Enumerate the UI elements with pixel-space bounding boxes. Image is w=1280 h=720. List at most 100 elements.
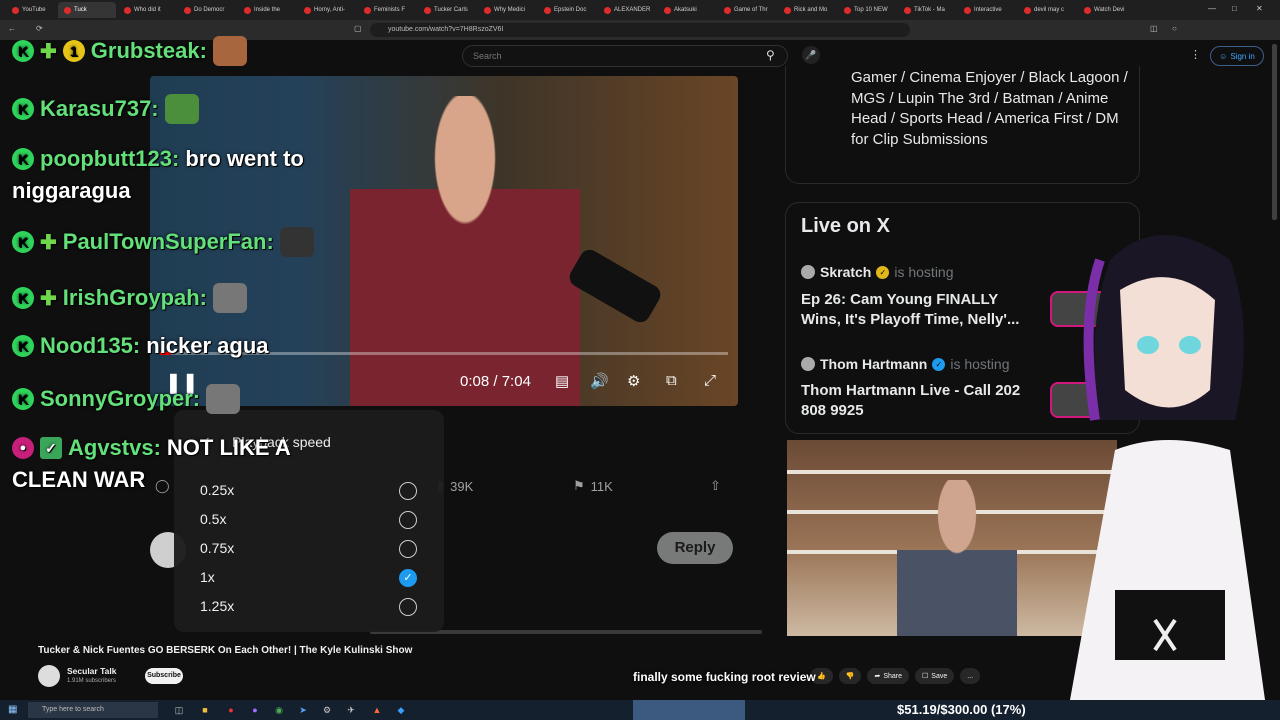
views-count: 39K [450, 478, 474, 494]
chat-username: Grubsteak: [90, 38, 207, 63]
extensions-icon[interactable]: ◫ [1150, 24, 1158, 33]
close-window-icon[interactable]: ✕ [1256, 4, 1263, 13]
avatar-face [1120, 277, 1215, 408]
live-stream-title[interactable]: Thom Hartmann Live - Call 202 808 9925 [801, 381, 1041, 421]
windows-start-icon[interactable]: ▦ [8, 704, 17, 715]
captions-icon[interactable]: ▤ [555, 372, 569, 390]
share-icon[interactable]: ⇧ [710, 478, 721, 494]
save-button[interactable]: ☐ Save [915, 668, 955, 684]
minimize-icon[interactable]: — [1208, 4, 1216, 13]
channel-name[interactable]: Secular Talk [67, 666, 116, 676]
live-stream-title[interactable]: Ep 26: Cam Young FINALLY Wins, It's Play… [801, 290, 1041, 330]
chat-username: Agvstvs: [68, 435, 161, 460]
tab-label: Do Democr [194, 7, 225, 13]
chat-message: K Nood135: nicker agua [12, 333, 269, 359]
bookmark-stat-icon: ⚑ [573, 478, 585, 493]
taskbar-search-input[interactable]: Type here to search [28, 702, 158, 718]
profile-icon[interactable]: ○ [1172, 24, 1177, 33]
settings-gear-icon[interactable]: ⚙ [627, 372, 640, 390]
speed-option[interactable]: 0.5x [174, 505, 444, 534]
video-actions: 👍 👎 ➦ Share ☐ Save ... [810, 668, 981, 684]
share-button[interactable]: ➦ Share [867, 668, 909, 684]
tab-favicon-icon [604, 6, 611, 14]
live-host[interactable]: Thom Hartmann ✓ is hosting [801, 356, 1010, 372]
chrome-icon[interactable]: ◉ [272, 703, 286, 717]
app-icon-blue[interactable]: ➤ [296, 703, 310, 717]
microphone-icon[interactable]: 🎤 [802, 46, 820, 64]
tab-favicon-icon [784, 6, 791, 14]
app-icon-plane[interactable]: ✈ [344, 703, 358, 717]
browser-tab[interactable]: Interactive [958, 2, 1016, 18]
browser-tab[interactable]: Rick and Mo [778, 2, 836, 18]
browser-tab[interactable]: Feminists F [358, 2, 416, 18]
tab-favicon-icon [64, 6, 71, 14]
radio-unchecked-icon[interactable] [399, 511, 417, 529]
speed-option[interactable]: 1.25x [174, 592, 444, 621]
radio-unchecked-icon[interactable] [399, 540, 417, 558]
tab-label: ALEXANDER [614, 7, 651, 13]
verified-icon: ✓ [932, 357, 946, 371]
app-icon-purple[interactable]: ● [248, 703, 262, 717]
bookmark-stat[interactable]: ⚑ 11K [573, 478, 613, 494]
radio-unchecked-icon[interactable] [399, 598, 417, 616]
miniplayer-icon[interactable]: ⧉ [666, 372, 677, 389]
maximize-icon[interactable]: □ [1232, 4, 1237, 13]
radio-checked-icon[interactable]: ✓ [399, 569, 417, 587]
subscriber-badge-icon: ✚ [40, 231, 57, 254]
chat-username: PaulTownSuperFan: [62, 229, 274, 254]
brave-icon[interactable]: ▲ [370, 703, 384, 717]
file-explorer-icon[interactable]: ■ [198, 703, 212, 717]
gold-badge-icon: 1 [62, 40, 85, 62]
sign-in-button[interactable]: ☺ Sign in [1210, 46, 1264, 66]
live-host[interactable]: Skratch ✓ is hosting [801, 264, 954, 280]
browser-tab[interactable]: Akatsuki [658, 2, 716, 18]
vscode-icon[interactable]: ◆ [394, 703, 408, 717]
app-icon-red[interactable]: ● [224, 703, 238, 717]
browser-tab[interactable]: ALEXANDER [598, 2, 656, 18]
channel-avatar[interactable] [38, 665, 60, 687]
video-frame-microphone [566, 246, 664, 326]
speed-option[interactable]: 1x ✓ [174, 563, 444, 592]
reply-count[interactable]: ◯ [155, 478, 170, 494]
browser-tab[interactable]: devil may c [1018, 2, 1076, 18]
reload-icon[interactable]: ⟳ [36, 24, 43, 33]
fullscreen-icon[interactable]: ⤢ [704, 372, 716, 389]
app-icon-grey[interactable]: ⚙ [320, 703, 334, 717]
radio-unchecked-icon[interactable] [399, 482, 417, 500]
emote-car-icon [206, 384, 241, 414]
dislike-button[interactable]: 👎 [838, 668, 862, 684]
browser-tab[interactable]: YouTube [6, 2, 56, 18]
browser-tab[interactable]: Why Medici [478, 2, 536, 18]
browser-tab[interactable]: Top 10 NEW [838, 2, 896, 18]
avatar-left-eye [1137, 336, 1159, 354]
speed-option[interactable]: 0.25x [174, 476, 444, 505]
subscriber-badge-icon: ✚ [40, 40, 57, 63]
search-icon[interactable]: ⚲ [766, 48, 775, 62]
tab-favicon-icon [184, 6, 191, 14]
task-view-icon[interactable]: ◫ [172, 703, 186, 717]
browser-tab[interactable]: Watch Devi [1078, 2, 1136, 18]
browser-tab[interactable]: Inside the [238, 2, 296, 18]
more-options-icon[interactable]: ⋮ [1190, 48, 1201, 61]
browser-tab[interactable]: Do Democr [178, 2, 236, 18]
volume-icon[interactable]: 🔊 [590, 372, 609, 390]
more-actions-button[interactable]: ... [960, 668, 981, 684]
browser-tab[interactable]: Tuck [58, 2, 116, 18]
back-icon[interactable]: ← [8, 24, 16, 33]
browser-tab[interactable]: TikTok - Ma [898, 2, 956, 18]
url-field[interactable]: youtube.com/watch?v=7H8RszoZV6I [370, 23, 910, 37]
browser-tab[interactable]: Epstein Doc [538, 2, 596, 18]
page-scrollbar[interactable] [1272, 44, 1277, 220]
tab-favicon-icon [664, 6, 671, 14]
browser-tab[interactable]: Who did it [118, 2, 176, 18]
profile-bio: Gamer / Cinema Enjoyer / Black Lagoon / … [851, 69, 1128, 149]
bookmark-icon[interactable]: ▢ [354, 24, 362, 33]
search-input[interactable]: Search [462, 45, 788, 67]
speed-option[interactable]: 0.75x [174, 534, 444, 563]
browser-tab[interactable]: Game of Thr [718, 2, 776, 18]
browser-tab[interactable]: Horny, Anti- [298, 2, 356, 18]
subscribe-button[interactable]: Subscribe [145, 668, 183, 684]
browser-tab[interactable]: Tucker Carls [418, 2, 476, 18]
reply-button[interactable]: Reply [657, 532, 733, 564]
tab-favicon-icon [964, 6, 971, 14]
